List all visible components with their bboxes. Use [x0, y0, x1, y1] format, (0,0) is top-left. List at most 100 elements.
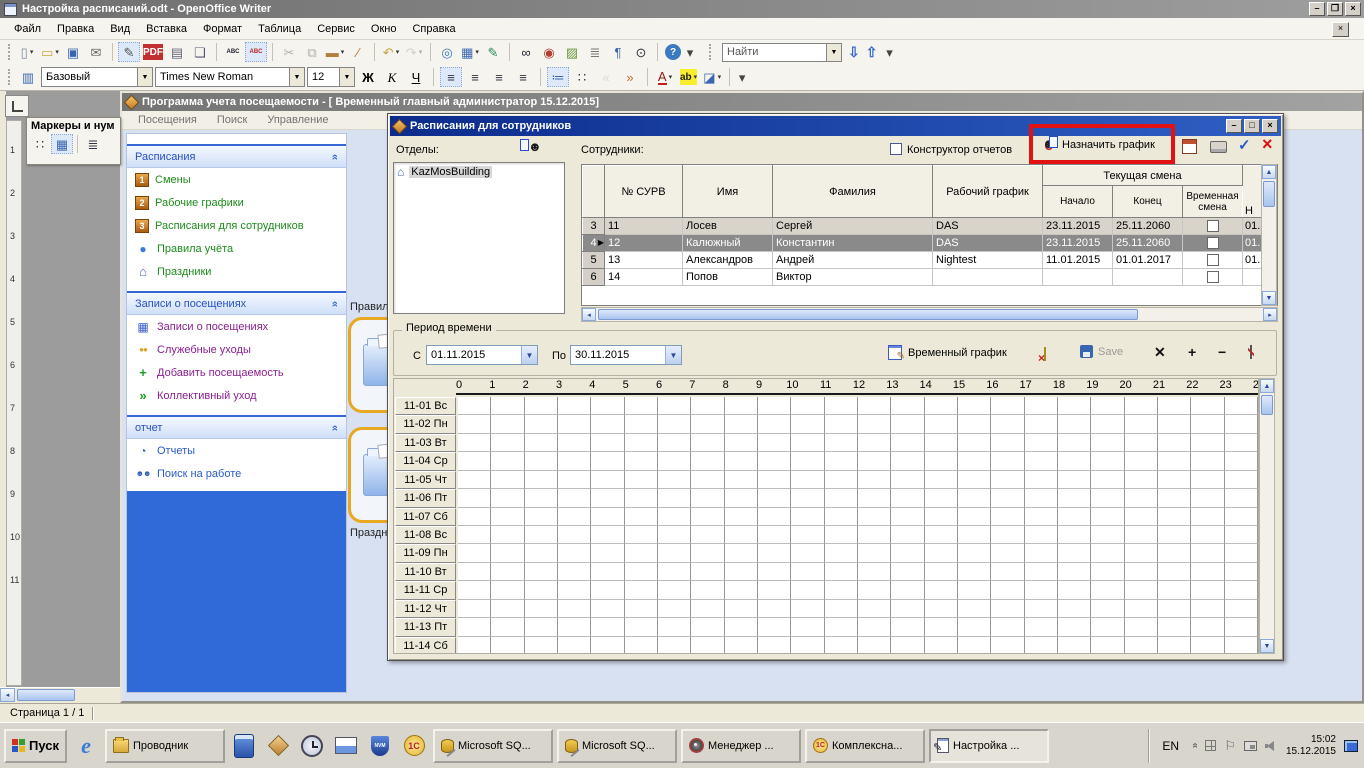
schedule-cell[interactable] [458, 618, 491, 636]
chevron-down-icon[interactable]: ▼ [289, 68, 304, 86]
table-cell[interactable]: Константин [773, 235, 933, 252]
chevron-up-icon[interactable]: » [329, 424, 341, 430]
schedule-cell[interactable] [925, 581, 958, 599]
schedule-cell[interactable] [1158, 544, 1191, 562]
schedule-cell[interactable] [625, 637, 658, 654]
table-cell[interactable]: 14 [605, 269, 683, 286]
schedule-cell[interactable] [825, 526, 858, 544]
schedule-cell[interactable] [1158, 508, 1191, 526]
schedule-cell[interactable] [1025, 600, 1058, 618]
schedule-cell[interactable] [1025, 471, 1058, 489]
schedule-cell[interactable] [925, 489, 958, 507]
schedule-cell[interactable] [591, 637, 624, 654]
row-number-cell[interactable]: 4▶ [583, 235, 605, 252]
schedule-cell[interactable] [825, 563, 858, 581]
schedule-cell[interactable] [625, 471, 658, 489]
apply-icon[interactable]: ✓ [1238, 136, 1251, 154]
schedule-cell[interactable] [1191, 415, 1224, 433]
schedule-cell[interactable] [1025, 397, 1058, 415]
clear-icon[interactable]: ✕ [1154, 344, 1166, 361]
schedule-cell[interactable] [791, 471, 824, 489]
table-row[interactable]: 311ЛосевСергейDAS23.11.201525.11.206001.… [583, 218, 1263, 235]
writer-menu-item[interactable]: Сервис [309, 20, 363, 38]
schedule-cell[interactable] [1091, 471, 1124, 489]
delete-note-icon[interactable] [1044, 347, 1046, 361]
schedule-cell[interactable] [691, 581, 724, 599]
writer-menu-item[interactable]: Окно [363, 20, 405, 38]
find-options-icon[interactable]: ▾ [883, 42, 895, 62]
schedule-cell[interactable] [1125, 600, 1158, 618]
toolbar-options2-icon[interactable]: ▾ [736, 67, 748, 87]
schedule-cell[interactable] [691, 452, 724, 470]
schedule-cell[interactable] [458, 434, 491, 452]
schedule-cell[interactable] [1091, 489, 1124, 507]
table-cell[interactable]: 01.1 [1243, 218, 1263, 235]
sidebar-item-attendance-records[interactable]: ▦Записи о посещениях [127, 315, 346, 338]
schedule-cell[interactable] [525, 434, 558, 452]
scroll-up-icon[interactable]: ▲ [1260, 379, 1274, 393]
attendance-app-icon[interactable] [263, 729, 293, 763]
schedule-cell[interactable] [658, 489, 691, 507]
zoom-icon[interactable]: ⊙ [630, 42, 652, 62]
schedule-cell[interactable] [1158, 471, 1191, 489]
schedule-cell[interactable] [1125, 563, 1158, 581]
schedule-cell[interactable] [725, 471, 758, 489]
schedule-cell[interactable] [491, 415, 524, 433]
schedule-cell[interactable] [891, 526, 924, 544]
row-number-cell[interactable]: 5 [583, 252, 605, 269]
schedule-cell[interactable] [1225, 434, 1258, 452]
schedule-cell[interactable] [1225, 508, 1258, 526]
insert-table-icon[interactable]: ▦▾ [459, 42, 481, 62]
schedule-cell[interactable] [891, 544, 924, 562]
schedule-cell[interactable] [791, 526, 824, 544]
schedule-cell[interactable] [691, 637, 724, 654]
schedule-cell[interactable] [1058, 434, 1091, 452]
toolbar-grip[interactable] [8, 69, 10, 85]
schedule-cell[interactable] [891, 434, 924, 452]
schedule-cell[interactable] [658, 563, 691, 581]
schedule-cell[interactable] [625, 452, 658, 470]
scrollbar-thumb[interactable] [598, 309, 1138, 320]
schedule-cell[interactable] [1158, 581, 1191, 599]
schedule-cell[interactable] [1058, 581, 1091, 599]
table-cell[interactable]: 01.1 [1243, 252, 1263, 269]
table-cell[interactable]: 01.1 [1243, 235, 1263, 252]
schedule-cell[interactable] [658, 397, 691, 415]
schedule-cell[interactable] [1058, 637, 1091, 654]
schedule-cell[interactable] [1125, 489, 1158, 507]
schedule-cell[interactable] [758, 637, 791, 654]
schedule-cell[interactable] [858, 508, 891, 526]
schedule-cell[interactable] [1058, 618, 1091, 636]
sidebar-item-shifts[interactable]: 1Смены [127, 168, 346, 191]
schedule-cell[interactable] [458, 526, 491, 544]
schedule-cell[interactable] [1091, 434, 1124, 452]
format-paintbrush-icon[interactable]: ∕ [347, 42, 369, 62]
schedule-cell[interactable] [725, 489, 758, 507]
background-color-icon[interactable]: ◪▾ [701, 67, 723, 87]
schedule-cell[interactable] [525, 618, 558, 636]
schedule-cell[interactable] [858, 415, 891, 433]
temporary-shift-checkbox[interactable] [1207, 271, 1219, 283]
writer-menu-item[interactable]: Формат [195, 20, 250, 38]
report-designer-icon[interactable] [1182, 139, 1197, 154]
schedule-cell[interactable] [1058, 397, 1091, 415]
schedule-cell[interactable] [1025, 618, 1058, 636]
schedule-cell[interactable] [658, 508, 691, 526]
bold-icon[interactable]: Ж [357, 67, 379, 87]
list-item[interactable]: ⌂ KazMosBuilding [397, 165, 561, 179]
schedule-cell[interactable] [791, 415, 824, 433]
page-preview-icon[interactable]: ❏ [189, 42, 211, 62]
employees-vertical-scrollbar[interactable]: ▲ ▼ [1261, 164, 1277, 306]
schedule-cell[interactable] [458, 581, 491, 599]
column-header[interactable]: № СУРВ [605, 166, 683, 218]
schedule-cell[interactable] [525, 637, 558, 654]
schedule-cell[interactable] [558, 563, 591, 581]
export-pdf-icon[interactable]: PDF [143, 44, 163, 60]
schedule-cell[interactable] [825, 544, 858, 562]
chevron-down-icon[interactable]: ▼ [339, 68, 354, 86]
schedule-cell[interactable] [1091, 600, 1124, 618]
increase-indent-icon[interactable]: » [619, 67, 641, 87]
minimize-icon[interactable]: – [1309, 2, 1325, 16]
schedule-cell[interactable] [891, 471, 924, 489]
schedule-cell[interactable] [458, 600, 491, 618]
